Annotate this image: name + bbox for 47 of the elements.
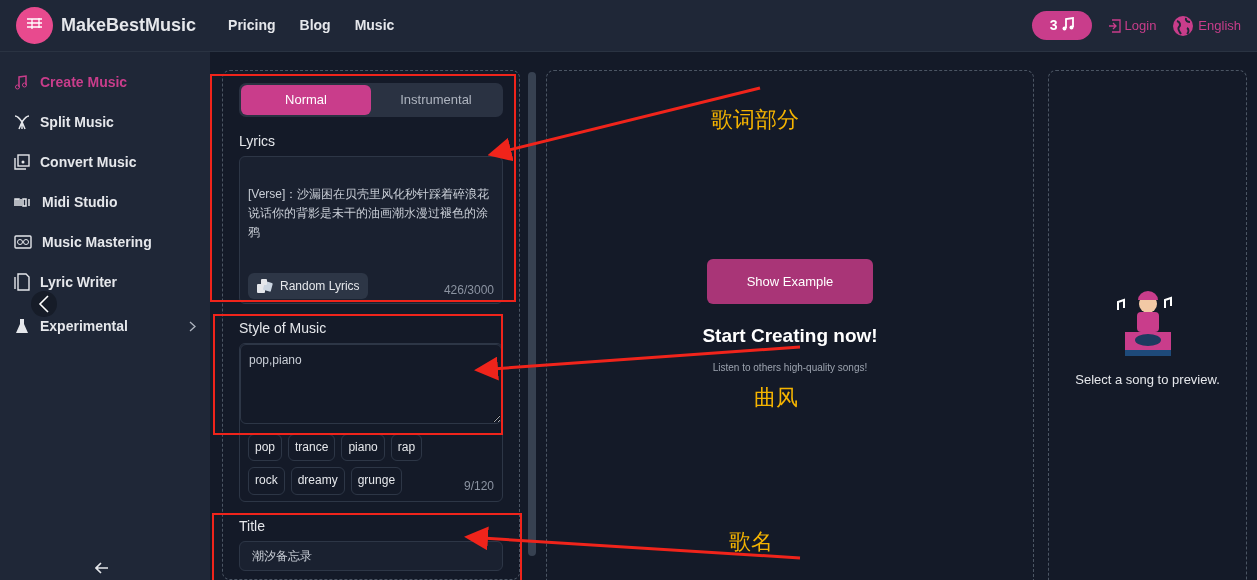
annotation-label: 歌词部分: [711, 106, 799, 134]
login-icon: [1107, 18, 1121, 33]
brand-name[interactable]: MakeBestMusic: [61, 12, 197, 39]
sidebar-item[interactable]: Split Music: [0, 102, 210, 142]
show-example-button[interactable]: Show Example: [707, 258, 873, 304]
chevron-left-icon: [38, 294, 50, 314]
sidebar-item[interactable]: Lyric Writer: [0, 262, 210, 302]
title-field[interactable]: 潮汐备忘录: [239, 540, 503, 571]
character-counter: 426/3000: [443, 281, 494, 299]
document-icon: [14, 273, 30, 291]
field-label: Style of Music: [239, 319, 328, 337]
sidebar-item[interactable]: Midi Studio: [0, 182, 210, 222]
mode-tab[interactable]: Normal: [241, 85, 371, 115]
split-icon: [14, 114, 30, 130]
cassette-icon: [14, 235, 32, 249]
field-label: Lyrics: [239, 133, 277, 150]
music-note-icon: [1061, 17, 1074, 31]
heading: Start Creating now!: [702, 323, 878, 348]
style-tag[interactable]: dreamy: [290, 467, 345, 495]
flask-icon: [14, 318, 30, 334]
music-note-icon: [14, 74, 30, 90]
character-counter: 9/120: [463, 477, 494, 495]
subtitle: Listen to others high-quality songs!: [712, 361, 868, 376]
nav-link[interactable]: Blog: [299, 15, 331, 36]
sidebar-item[interactable]: Convert Music: [0, 142, 210, 182]
chevron-right-icon: [189, 320, 196, 332]
scrollbar[interactable]: [528, 72, 536, 556]
sidebar-item[interactable]: Music Mastering: [0, 222, 210, 262]
convert-icon: [14, 154, 30, 170]
lyrics-field[interactable]: [Verse]：沙漏困在贝壳里风化秒针踩着碎浪花说话你的背影是未干的油画潮水漫过褪色的涂鸦 Random Lyrics 426/3000: [239, 155, 503, 304]
style-tag[interactable]: grunge: [350, 467, 403, 495]
style-tag[interactable]: rock: [248, 467, 285, 495]
globe-icon: [1172, 14, 1195, 37]
annotation-label: 歌名: [729, 528, 773, 556]
back-arrow-icon[interactable]: [95, 562, 109, 574]
field-label: Title: [239, 517, 266, 535]
nav-link[interactable]: Pricing: [228, 15, 276, 36]
random-lyrics-button[interactable]: Random Lyrics: [248, 272, 368, 299]
credits-button[interactable]: 3: [1031, 11, 1092, 40]
empty-message: Select a song to preview.: [1075, 371, 1220, 390]
annotation-label: 曲风: [754, 384, 798, 412]
logo-icon: [16, 7, 53, 44]
sidebar-item[interactable]: Experimental: [0, 306, 210, 346]
style-field[interactable]: pop,piano: [240, 343, 502, 424]
nav-link[interactable]: Music: [354, 15, 395, 36]
mode-tab[interactable]: Instrumental: [371, 85, 501, 115]
dice-icon: [256, 277, 274, 294]
